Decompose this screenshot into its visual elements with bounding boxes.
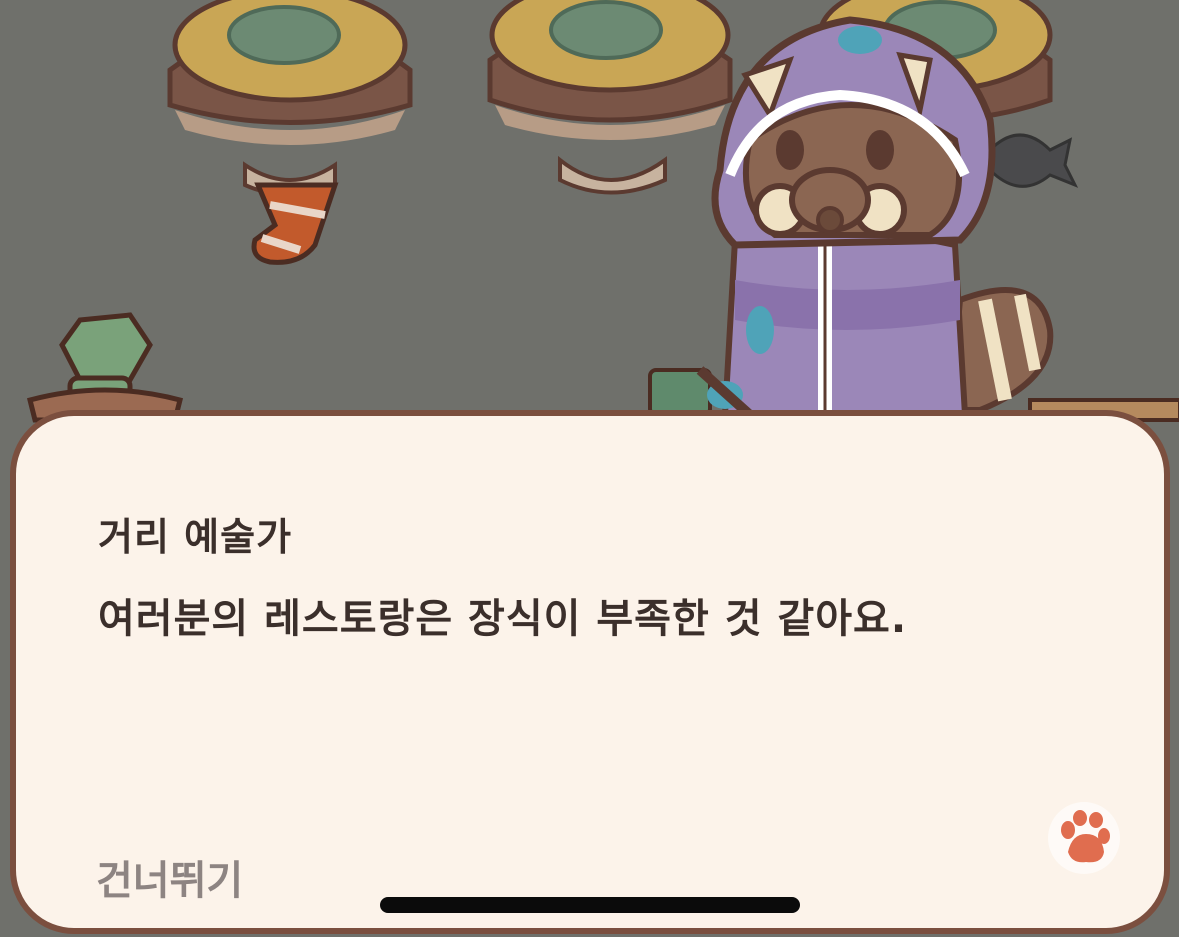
fish-decoration	[988, 133, 1079, 188]
paw-icon[interactable]	[1046, 800, 1122, 876]
dialogue-box[interactable]: 거리 예술가 여러분의 레스토랑은 장식이 부족한 것 같아요. 건너뛰기	[10, 410, 1170, 934]
home-indicator[interactable]	[380, 897, 800, 913]
speaker-name: 거리 예술가	[98, 515, 293, 559]
skip-button[interactable]: 건너뛰기	[96, 848, 243, 906]
dialogue-message: 여러분의 레스토랑은 장식이 부족한 것 같아요.	[98, 596, 908, 642]
